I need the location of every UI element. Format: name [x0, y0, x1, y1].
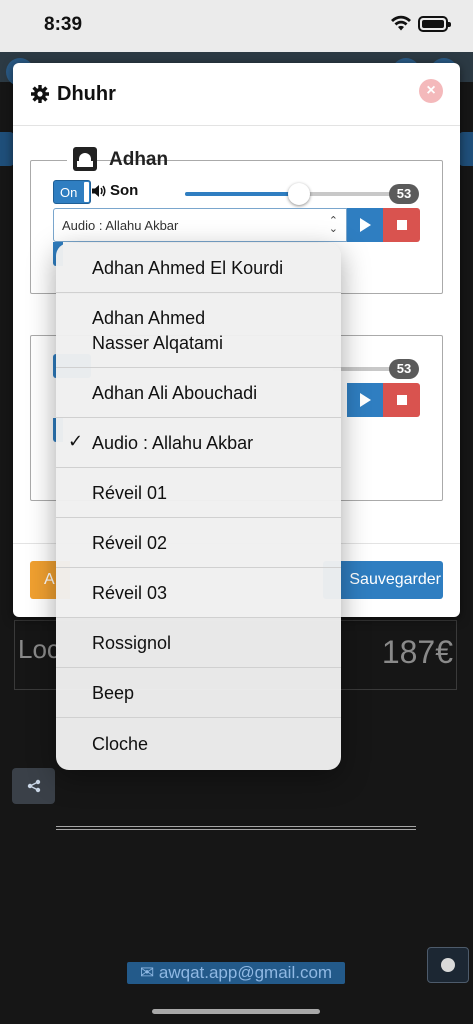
- background-price: 187€: [381, 634, 453, 670]
- select-arrows-icon: ⌃ ⌄: [328, 215, 338, 235]
- volume-slider-knob[interactable]: [287, 183, 310, 205]
- sound-label: Son: [110, 182, 139, 199]
- dropdown-option-label: Cloche: [92, 733, 149, 754]
- dropdown-option[interactable]: Adhan Ahmed Nasser Alqatami: [56, 293, 341, 368]
- volume-slider-fill: [185, 192, 299, 196]
- scroll-top-button[interactable]: [427, 947, 469, 983]
- wifi-icon: [391, 15, 411, 31]
- audio-select[interactable]: Audio : Allahu Akbar ⌃ ⌄: [53, 208, 347, 242]
- email-link[interactable]: ✉ awqat.app@gmail.com: [127, 962, 345, 984]
- dropdown-option[interactable]: Cloche: [56, 718, 341, 770]
- dropdown-option-label: Réveil 03: [92, 582, 168, 603]
- close-icon: ×: [426, 82, 436, 99]
- dropdown-option-label: Rossignol: [92, 632, 172, 653]
- stop-button-2[interactable]: [383, 383, 420, 417]
- modal-title: Dhuhr: [57, 83, 116, 105]
- audio-dropdown-menu: Adhan Ahmed El Kourdi Adhan Ahmed Nasser …: [56, 243, 341, 770]
- mosque-icon: [73, 147, 97, 171]
- modal-header: Dhuhr ×: [13, 63, 460, 126]
- share-icon[interactable]: [12, 768, 55, 804]
- background-side-tab: [459, 132, 473, 166]
- gear-icon: [31, 85, 49, 103]
- volume-slider-2[interactable]: [333, 367, 393, 371]
- dropdown-option-label: Réveil 02: [92, 532, 168, 553]
- dropdown-option[interactable]: Réveil 02: [56, 518, 341, 568]
- close-button[interactable]: ×: [419, 79, 443, 103]
- dropdown-option-label: Audio : Allahu Akbar: [92, 432, 254, 453]
- background-location-label: Loc: [18, 634, 60, 664]
- home-indicator: [152, 1009, 320, 1014]
- toggle-knob: [84, 182, 89, 202]
- dropdown-option[interactable]: Audio : Allahu Akbar ✓: [56, 418, 341, 468]
- dropdown-option[interactable]: Beep: [56, 668, 341, 718]
- adhan-legend-label: Adhan: [109, 149, 169, 170]
- dropdown-option[interactable]: Réveil 01: [56, 468, 341, 518]
- battery-icon: [418, 16, 451, 32]
- background-side-tab: [0, 132, 14, 166]
- dropdown-option-label: Adhan Ali Abouchadi: [92, 382, 258, 403]
- sound-toggle[interactable]: On: [53, 180, 91, 204]
- play-button-2[interactable]: [347, 383, 383, 417]
- dropdown-option[interactable]: Réveil 03: [56, 568, 341, 618]
- audio-select-value: Audio : Allahu Akbar: [62, 218, 179, 233]
- dropdown-option-label: Réveil 01: [92, 482, 168, 503]
- envelope-icon: ✉: [139, 963, 159, 982]
- status-time: 8:39: [44, 14, 83, 35]
- volume-badge: 53: [389, 184, 419, 204]
- speaker-icon: [92, 185, 106, 197]
- status-bar: 8:39: [0, 0, 473, 52]
- dropdown-option[interactable]: Adhan Ali Abouchadi: [56, 368, 341, 418]
- dropdown-option-label: Adhan Ahmed Nasser Alqatami: [92, 307, 224, 353]
- stop-button[interactable]: [383, 208, 420, 242]
- save-button[interactable]: Sauvegarder: [323, 561, 443, 599]
- email-text: awqat.app@gmail.com: [158, 963, 333, 982]
- adhan-legend: Adhan: [67, 145, 168, 175]
- volume-slider[interactable]: [185, 183, 400, 205]
- checkmark-icon: ✓: [68, 430, 84, 451]
- play-button[interactable]: [347, 208, 383, 242]
- volume-badge-2: 53: [389, 359, 419, 379]
- dropdown-option[interactable]: Rossignol: [56, 618, 341, 668]
- toggle-label: On: [60, 185, 78, 200]
- dropdown-option[interactable]: Adhan Ahmed El Kourdi: [56, 243, 341, 293]
- background-divider: [56, 826, 416, 830]
- dropdown-option-label: Adhan Ahmed El Kourdi: [92, 257, 284, 278]
- dropdown-option-label: Beep: [92, 682, 135, 703]
